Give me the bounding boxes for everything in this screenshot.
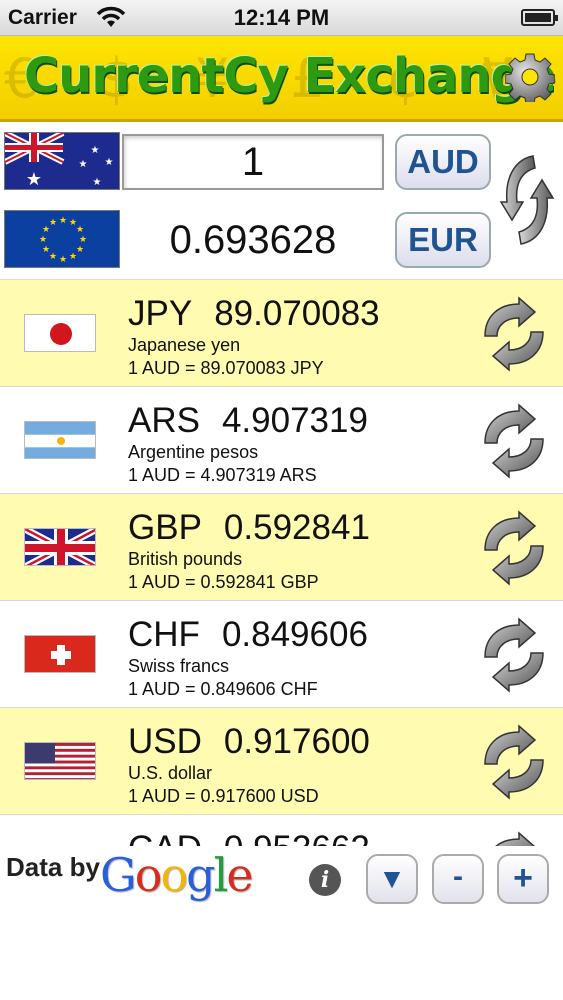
converted-amount: 0.917600 — [223, 722, 370, 761]
svg-text:★: ★ — [49, 218, 57, 228]
flag-argentina — [24, 421, 96, 459]
converted-amount: 4.907319 — [221, 401, 368, 440]
svg-text:★: ★ — [91, 145, 100, 156]
swap-icon[interactable] — [473, 296, 555, 372]
currency-code: USD — [128, 722, 202, 761]
flag-australia: ★ ★ ★ ★ ★ — [4, 132, 120, 190]
app-title: CurrentCy Exchange — [24, 48, 556, 104]
svg-text:★: ★ — [39, 235, 47, 245]
google-letter: G — [100, 848, 137, 902]
swap-icon[interactable] — [499, 150, 555, 250]
svg-text:★: ★ — [79, 159, 88, 170]
svg-text:★: ★ — [93, 177, 102, 188]
clock: 12:14 PM — [233, 5, 330, 30]
to-currency-button[interactable]: EUR — [395, 212, 491, 268]
exchange-rate-line: 1 AUD = 89.070083 JPY — [128, 358, 324, 378]
svg-text:★: ★ — [69, 252, 77, 262]
google-letter: o — [134, 848, 163, 902]
footer-toolbar: Data by Google i ▼ - + — [0, 846, 563, 1000]
swap-icon[interactable] — [473, 831, 555, 846]
google-logo[interactable]: Google — [100, 848, 254, 902]
from-currency-button[interactable]: AUD — [395, 134, 491, 190]
rates-list[interactable]: JPY 89.070083 Japanese yen 1 AUD = 89.07008… — [0, 280, 563, 846]
currency-code: CHF — [128, 615, 200, 654]
currency-row-usd[interactable]: USD 0.917600 U.S. dollar 1 AUD = 0.917600 U… — [0, 708, 563, 815]
flag-eu: ★ ★ ★ ★ ★ ★ ★ ★ ★ ★ ★ ★ — [4, 210, 120, 268]
google-letter: l — [213, 848, 229, 902]
swap-icon[interactable] — [473, 510, 555, 586]
swap-icon[interactable] — [473, 617, 555, 693]
app-header: € $ ¥ £ ¢ ₩ € $ CurrentCy Exchange — [0, 36, 563, 122]
svg-text:★: ★ — [49, 252, 57, 262]
currency-row-ars[interactable]: ARS 4.907319 Argentine pesos 1 AUD = 4.9073… — [0, 387, 563, 494]
currency-value: GBP 0.592841 — [128, 508, 370, 548]
currency-name: U.S. dollar — [128, 763, 213, 783]
currency-value: CAD 0.953662 — [128, 829, 370, 846]
status-bar: Carrier 12:14 PM — [0, 0, 563, 36]
currency-name: Japanese yen — [128, 335, 241, 355]
info-icon[interactable]: i — [309, 864, 341, 896]
move-down-button[interactable]: ▼ — [366, 854, 418, 904]
converted-amount: 0.953662 — [224, 829, 370, 846]
flag-usa — [24, 742, 96, 780]
svg-text:★: ★ — [59, 255, 67, 265]
currency-row-gbp[interactable]: GBP 0.592841 British pounds 1 AUD = 0.59284… — [0, 494, 563, 601]
google-letter: e — [226, 848, 253, 902]
svg-text:★: ★ — [59, 216, 67, 226]
remove-currency-button[interactable]: - — [432, 854, 484, 904]
google-letter: o — [160, 848, 188, 902]
currency-value: ARS 4.907319 — [128, 401, 368, 441]
amount-input[interactable] — [122, 134, 384, 190]
data-by-label: Data by — [6, 852, 100, 882]
gear-icon[interactable] — [505, 52, 555, 102]
currency-value: CHF 0.849606 — [128, 615, 368, 655]
svg-text:★: ★ — [76, 245, 84, 255]
svg-text:★: ★ — [76, 225, 84, 235]
currency-name: British pounds — [128, 549, 243, 569]
currency-row-cad[interactable]: CAD 0.953662 — [0, 815, 563, 846]
google-letter: g — [186, 848, 215, 902]
currency-row-jpy[interactable]: JPY 89.070083 Japanese yen 1 AUD = 89.07008… — [0, 280, 563, 387]
flag-japan — [24, 314, 96, 352]
currency-code: CAD — [128, 829, 202, 846]
exchange-rate-line: 1 AUD = 4.907319 ARS — [128, 465, 317, 485]
flag-switzerland — [24, 635, 96, 673]
swap-icon[interactable] — [473, 724, 555, 800]
add-currency-button[interactable]: + — [497, 854, 549, 904]
currency-name: Argentine pesos — [128, 442, 259, 462]
svg-text:★: ★ — [26, 169, 42, 190]
exchange-rate-line: 1 AUD = 0.592841 GBP — [128, 572, 319, 592]
svg-text:★: ★ — [79, 235, 87, 245]
svg-text:★: ★ — [105, 157, 114, 168]
converted-amount: 0.849606 — [221, 615, 368, 654]
swap-icon[interactable] — [473, 403, 555, 479]
currency-name: Swiss francs — [128, 656, 230, 676]
flag-uk — [24, 528, 96, 566]
converter-panel: ★ ★ ★ ★ ★ AUD ★★★ ★★★ ★★★ ★★★ 0.693628 E… — [0, 122, 563, 280]
currency-code: GBP — [128, 508, 202, 547]
converted-amount: 89.070083 — [214, 294, 380, 333]
converted-result: 0.693628 — [169, 218, 337, 262]
svg-text:★: ★ — [42, 245, 50, 255]
currency-code: JPY — [128, 294, 193, 333]
converted-amount: 0.592841 — [223, 508, 370, 547]
currency-value: USD 0.917600 — [128, 722, 370, 762]
currency-row-chf[interactable]: CHF 0.849606 Swiss francs 1 AUD = 0.849606 … — [0, 601, 563, 708]
exchange-rate-line: 1 AUD = 0.849606 CHF — [128, 679, 318, 699]
battery-icon — [521, 9, 558, 26]
exchange-rate-line: 1 AUD = 0.917600 USD — [128, 786, 319, 806]
currency-code: ARS — [128, 401, 200, 440]
currency-value: JPY 89.070083 — [128, 294, 380, 334]
